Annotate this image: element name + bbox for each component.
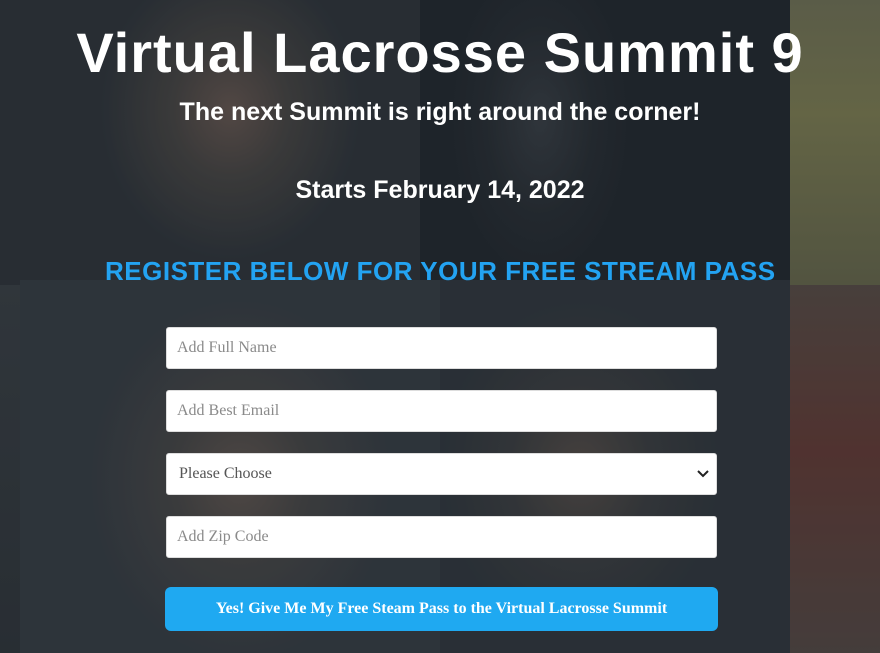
start-date: Starts February 14, 2022 — [295, 176, 585, 204]
registration-section: Virtual Lacrosse Summit 9 The next Summi… — [0, 0, 880, 653]
zip-code-input[interactable] — [166, 516, 717, 558]
email-input[interactable] — [166, 390, 717, 432]
choice-select[interactable]: Please Choose — [166, 453, 717, 495]
chevron-down-icon — [697, 470, 709, 478]
full-name-input[interactable] — [166, 327, 717, 369]
form-heading: REGISTER BELOW FOR YOUR FREE STREAM PASS — [105, 256, 776, 286]
submit-button[interactable]: Yes! Give Me My Free Steam Pass to the V… — [165, 587, 718, 631]
subtitle: The next Summit is right around the corn… — [179, 98, 701, 126]
page-title: Virtual Lacrosse Summit 9 — [76, 21, 804, 84]
choice-select-value: Please Choose — [179, 465, 272, 482]
